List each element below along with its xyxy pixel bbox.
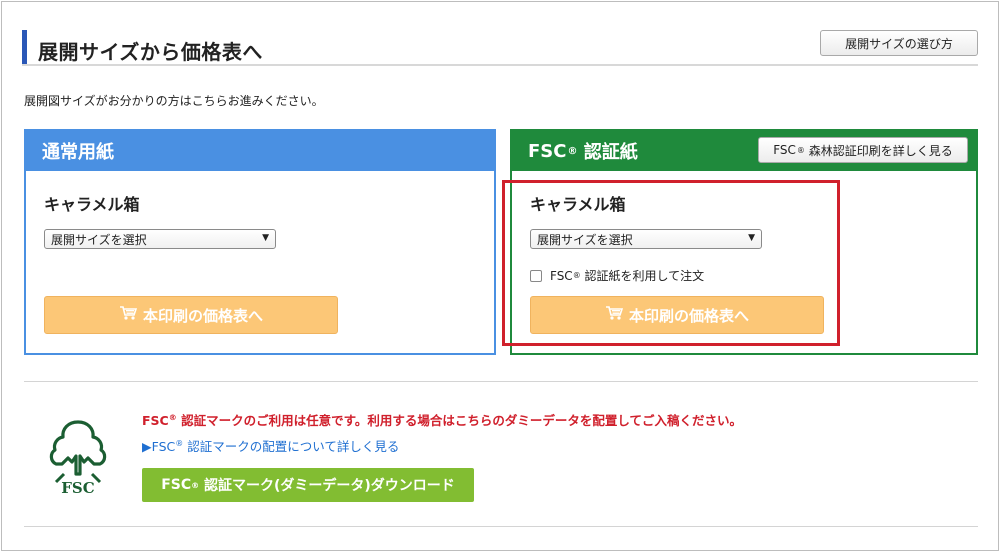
fsc-checkbox-prefix: FSC (550, 268, 573, 283)
fsc-detail-prefix: FSC (773, 143, 796, 157)
intro-text: 展開図サイズがお分かりの方はこちらお進みください。 (24, 94, 324, 108)
registered-mark: ® (168, 412, 177, 422)
panel-title-fsc-prefix: FSC (528, 140, 567, 162)
title-accent-bar (22, 30, 27, 64)
registered-mark: ® (567, 145, 578, 157)
fsc-tree-logo-icon: FSC (46, 416, 110, 497)
fsc-detail-suffix: 森林認証印刷を詳しく見る (808, 143, 953, 158)
page-title: 展開サイズから価格表へ (38, 40, 263, 64)
product-name-fsc: キャラメル箱 (530, 195, 626, 214)
panel-title-normal: 通常用紙 (42, 142, 114, 163)
page-frame: 展開サイズから価格表へ 展開サイズの選び方 展開図サイズがお分かりの方はこちらお… (1, 1, 999, 551)
notice-text: 認証マークのご利用は任意です。利用する場合はこちらのダミーデータを配置してご入稿… (181, 413, 742, 428)
registered-mark: ® (175, 438, 184, 448)
panel-title-fsc-suffix: 認証紙 (583, 142, 638, 163)
price-table-button-fsc[interactable]: 本印刷の価格表へ (530, 296, 824, 334)
download-prefix: FSC (161, 477, 192, 493)
chevron-down-icon: ▼ (748, 233, 755, 243)
size-guide-button[interactable]: 展開サイズの選び方 (820, 30, 978, 56)
size-select-value: 展開サイズを選択 (537, 232, 633, 247)
section-header: 展開サイズから価格表へ 展開サイズの選び方 (22, 28, 978, 66)
link-text: 認証マークの配置について詳しく見る (187, 439, 400, 454)
fsc-detail-button[interactable]: FSC ® 森林認証印刷を詳しく見る (758, 137, 968, 163)
fsc-paper-panel: FSC ® 認証紙 FSC ® 森林認証印刷を詳しく見る キャラメル箱 展開サイズを… (510, 129, 978, 355)
cart-icon (605, 305, 624, 325)
notice-prefix: FSC (142, 413, 169, 428)
fsc-mark-notice: FSC® 認証マークのご利用は任意です。利用する場合はこちらのダミーデータを配置… (142, 410, 742, 429)
divider (24, 381, 978, 382)
registered-mark: ® (572, 271, 581, 280)
download-text: 認証マーク(ダミーデータ)ダウンロード (204, 478, 455, 494)
divider (24, 526, 978, 527)
panel-header-normal: 通常用紙 (26, 131, 494, 171)
registered-mark: ® (796, 145, 805, 155)
size-select-fsc[interactable]: 展開サイズを選択 ▼ (530, 229, 762, 249)
registered-mark: ® (191, 480, 200, 490)
price-table-button-normal[interactable]: 本印刷の価格表へ (44, 296, 338, 334)
fsc-order-checkbox[interactable] (530, 269, 542, 282)
chevron-down-icon: ▼ (262, 233, 269, 243)
product-name-normal: キャラメル箱 (44, 195, 140, 214)
size-select-normal[interactable]: 展開サイズを選択 ▼ (44, 229, 276, 249)
panel-header-fsc: FSC ® 認証紙 FSC ® 森林認証印刷を詳しく見る (512, 131, 976, 171)
price-table-label: 本印刷の価格表へ (628, 306, 749, 325)
fsc-checkbox-label: 認証紙を利用して注文 (584, 269, 705, 283)
fsc-logo-text: FSC (61, 479, 94, 496)
fsc-order-option: FSC ® 認証紙を利用して注文 (530, 267, 704, 284)
fsc-mark-placement-link[interactable]: ▶FSC® 認証マークの配置について詳しく見る (142, 436, 399, 455)
link-prefix: ▶FSC (142, 439, 176, 454)
cart-icon (119, 305, 138, 325)
normal-paper-panel: 通常用紙 キャラメル箱 展開サイズを選択 ▼ 本印刷の価格表へ (24, 129, 496, 355)
size-select-value: 展開サイズを選択 (51, 232, 147, 247)
fsc-mark-download-button[interactable]: FSC ® 認証マーク(ダミーデータ)ダウンロード (142, 468, 474, 502)
price-table-label: 本印刷の価格表へ (142, 306, 263, 325)
